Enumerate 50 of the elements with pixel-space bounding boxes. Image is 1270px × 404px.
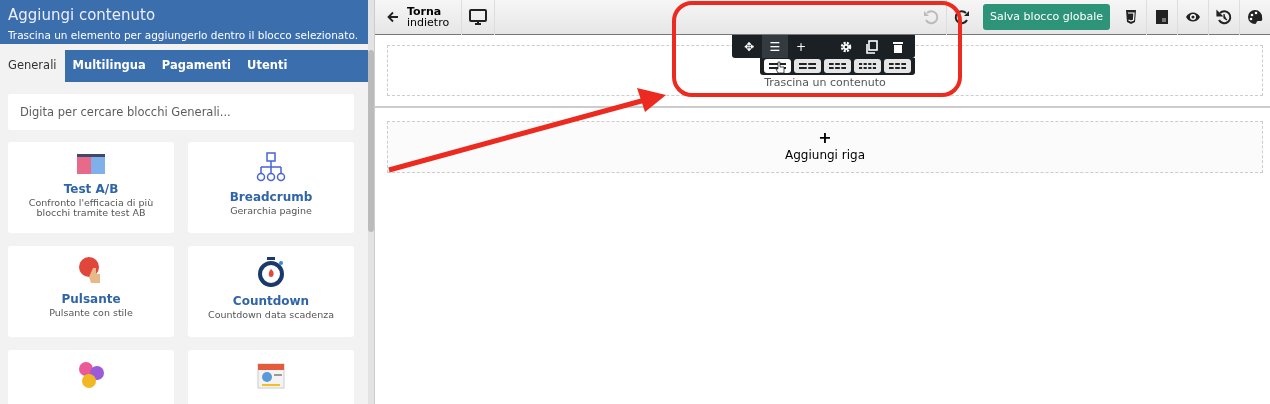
history-icon — [1216, 9, 1232, 25]
block-description: Gerarchia pagine — [229, 205, 313, 216]
column-layout-button[interactable] — [824, 59, 851, 73]
block-title: Countdown — [232, 292, 310, 310]
block-description: Confronto l'efficacia di più blocchi tramite test AB — [27, 197, 155, 218]
block-description: Countdown data scadenza — [207, 309, 335, 320]
row-layout-button[interactable]: ☰ — [762, 35, 788, 58]
scrollbar[interactable] — [368, 0, 374, 404]
block-card[interactable]: Countdown Countdown data scadenza — [188, 245, 354, 337]
block-card[interactable]: Pulsante Pulsante con stile — [8, 245, 174, 337]
block-card[interactable]: Breadcrumb Gerarchia pagine — [188, 141, 354, 233]
columns-icon — [859, 63, 876, 69]
settings-icon — [839, 39, 853, 54]
block-title: Test A/B — [63, 180, 119, 198]
category-tab[interactable]: Pagamenti — [153, 49, 240, 82]
add-column-button[interactable]: + — [788, 35, 814, 58]
numbered-balls-icon — [77, 359, 105, 390]
block-card[interactable] — [8, 349, 174, 404]
back-button[interactable]: Torna indietro — [375, 0, 463, 35]
column-layout-button[interactable] — [884, 59, 911, 73]
columns-icon — [829, 63, 846, 69]
dropzone-hint: Trascina un contenuto — [764, 76, 886, 89]
block-title: Pulsante — [61, 290, 121, 308]
block-card[interactable]: Test A/B Confronto l'efficacia di più blocchi tramite test AB — [8, 141, 174, 233]
hierarchy-icon — [256, 151, 286, 184]
columns-icon — [889, 63, 906, 69]
stopwatch-icon — [258, 255, 284, 288]
trash-icon — [891, 39, 905, 54]
category-tab[interactable]: Multilingua — [64, 49, 154, 82]
ab-test-icon — [76, 151, 106, 176]
search-field[interactable]: Digita per cercare blocchi Generali... — [8, 93, 354, 130]
block-title: Breadcrumb — [229, 188, 313, 206]
save-button[interactable]: Salva blocco globale — [983, 3, 1110, 31]
columns-icon — [799, 63, 816, 69]
undo-icon — [923, 9, 940, 25]
palette-icon — [1247, 9, 1263, 25]
monitor-icon — [469, 9, 488, 25]
add-row-button[interactable]: + Aggiungi riga — [387, 121, 1263, 173]
category-tab[interactable]: Generali — [0, 49, 65, 82]
redo-icon — [954, 9, 971, 25]
copy-icon — [865, 39, 879, 54]
back-arrow-icon — [387, 11, 399, 23]
column-layout-button[interactable] — [794, 59, 821, 73]
move-button[interactable]: ✥ — [736, 35, 762, 58]
block-card[interactable] — [188, 349, 354, 404]
panel-title: Aggiungi contenuto — [8, 6, 157, 24]
panel-subtitle: Trascina un elemento per aggiungerlo dentro il blocco selezionato. — [8, 28, 359, 43]
block-description: Pulsante con stile — [48, 307, 134, 318]
column-layout-button[interactable] — [854, 59, 881, 73]
category-tab[interactable]: Utenti — [239, 49, 296, 82]
